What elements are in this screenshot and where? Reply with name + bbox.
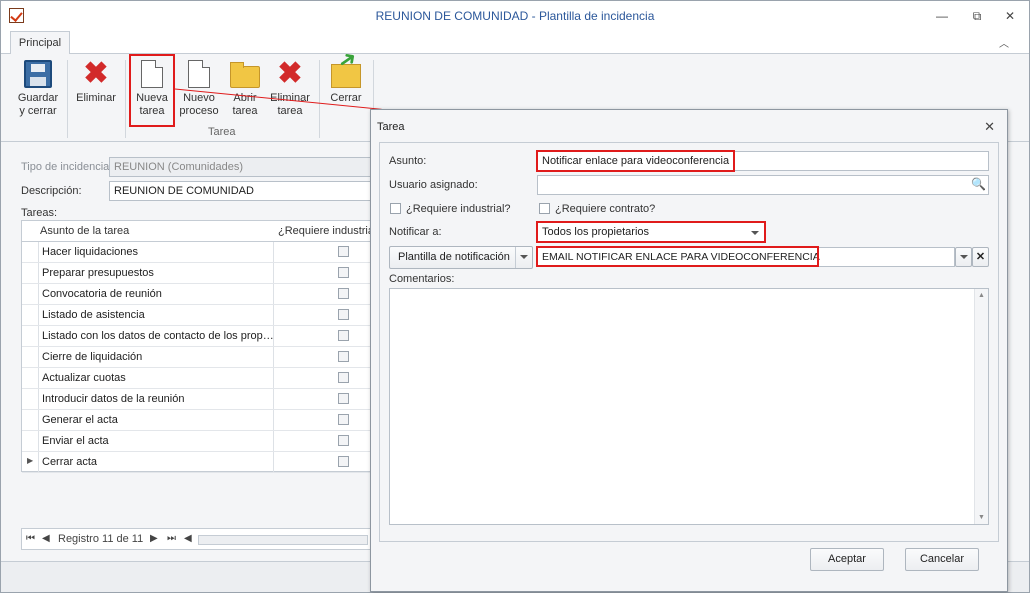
task-asunto-cell[interactable]: Preparar presupuestos [42,267,274,279]
table-row[interactable]: ▶ Cerrar acta [22,452,374,473]
col-header-industrial[interactable]: ¿Requiere industrial? [278,225,383,237]
table-row[interactable]: Actualizar cuotas [22,368,374,389]
requiere-contrato-checkbox[interactable] [539,203,550,214]
table-row[interactable]: Hacer liquidaciones [22,242,374,263]
task-asunto-cell[interactable]: Convocatoria de reunión [42,288,274,300]
task-asunto-cell[interactable]: Listado con los datos de contacto de los… [42,330,274,342]
table-row[interactable]: Preparar presupuestos [22,263,374,284]
dialog-title: Tarea [377,121,405,133]
descripcion-label: Descripción: [21,185,82,197]
requiere-industrial-cell-checkbox[interactable] [338,414,349,425]
task-asunto-cell[interactable]: Hacer liquidaciones [42,246,274,258]
plantilla-button-label: Plantilla de notificación [398,251,510,263]
asunto-highlight [536,150,735,172]
requiere-industrial-cell-checkbox[interactable] [338,351,349,362]
requiere-industrial-cell-checkbox[interactable] [338,267,349,278]
current-row-indicator-icon: ▶ [27,456,34,465]
record-navigator: ⏮ ◀ Registro 11 de 11 ▶ ⏭ ◀ [21,528,373,550]
requiere-industrial-cell-checkbox[interactable] [338,309,349,320]
table-row[interactable]: Enviar el acta [22,431,374,452]
scroll-left-icon[interactable]: ◀ [184,533,192,544]
usuario-asignado-label: Usuario asignado: [389,179,478,191]
comentarios-label: Comentarios: [389,273,455,285]
task-asunto-cell[interactable]: Generar el acta [42,414,274,426]
requiere-industrial-cell-checkbox[interactable] [338,330,349,341]
horizontal-scrollbar[interactable] [198,535,368,545]
dialog-close-icon[interactable]: ✕ [984,119,995,135]
tasks-grid: Asunto de la tarea ¿Requiere industrial?… [21,220,383,473]
table-row[interactable]: Introducir datos de la reunión [22,389,374,410]
prev-record-icon[interactable]: ◀ [42,533,50,544]
requiere-industrial-cell-checkbox[interactable] [338,456,349,467]
notificar-label: Notificar a: [389,226,442,238]
task-asunto-cell[interactable]: Introducir datos de la reunión [42,393,274,405]
requiere-industrial-cell-checkbox[interactable] [338,372,349,383]
descripcion-field[interactable]: REUNION DE COMUNIDAD [109,181,373,201]
requiere-industrial-cell-checkbox[interactable] [338,288,349,299]
record-counter: Registro 11 de 11 [58,533,144,545]
plantilla-notificacion-button[interactable]: Plantilla de notificación [389,246,533,269]
table-row[interactable]: Generar el acta [22,410,374,431]
cancelar-button[interactable]: Cancelar [905,548,979,571]
comentarios-textarea[interactable]: ▲ ▼ [389,288,989,525]
requiere-industrial-cell-checkbox[interactable] [338,435,349,446]
comentarios-scrollbar[interactable]: ▲ ▼ [974,289,988,524]
plantilla-split-arrow-icon[interactable] [520,255,528,259]
notificar-highlight [536,221,766,243]
col-header-asunto[interactable]: Asunto de la tarea [40,225,129,237]
table-row[interactable]: Convocatoria de reunión [22,284,374,305]
table-row[interactable]: Listado con los datos de contacto de los… [22,326,374,347]
requiere-industrial-cell-checkbox[interactable] [338,393,349,404]
split-separator [515,247,516,268]
grid-header: Asunto de la tarea ¿Requiere industrial? [22,221,383,242]
scroll-down-icon[interactable]: ▼ [978,514,985,521]
tipo-incidencia-field[interactable]: REUNION (Comunidades) [109,157,373,177]
requiere-industrial-checkbox[interactable] [390,203,401,214]
requiere-industrial-label: ¿Requiere industrial? [406,203,511,215]
plantilla-highlight [536,246,819,267]
next-record-icon[interactable]: ▶ [150,533,158,544]
requiere-industrial-cell-checkbox[interactable] [338,246,349,257]
asunto-label: Asunto: [389,155,427,167]
tareas-label: Tareas: [21,207,58,219]
usuario-asignado-field[interactable] [537,175,989,195]
scroll-up-icon[interactable]: ▲ [978,292,985,299]
aceptar-button[interactable]: Aceptar [810,548,884,571]
task-asunto-cell[interactable]: Enviar el acta [42,435,274,447]
table-row[interactable]: Cierre de liquidación [22,347,374,368]
plantilla-dropdown-icon [960,255,968,259]
task-asunto-cell[interactable]: Actualizar cuotas [42,372,274,384]
table-row[interactable]: Listado de asistencia [22,305,374,326]
search-icon[interactable]: 🔍 [971,177,987,193]
first-record-icon[interactable]: ⏮ [26,533,35,544]
task-asunto-cell[interactable]: Cerrar acta [42,456,274,468]
task-asunto-cell[interactable]: Listado de asistencia [42,309,274,321]
requiere-contrato-label: ¿Requiere contrato? [555,203,656,215]
plantilla-clear-icon[interactable]: ✕ [972,247,989,267]
main-window: REUNION DE COMUNIDAD - Plantilla de inci… [0,0,1030,593]
tipo-incidencia-label: Tipo de incidencia [21,161,110,173]
last-record-icon[interactable]: ⏭ [167,533,176,544]
task-asunto-cell[interactable]: Cierre de liquidación [42,351,274,363]
